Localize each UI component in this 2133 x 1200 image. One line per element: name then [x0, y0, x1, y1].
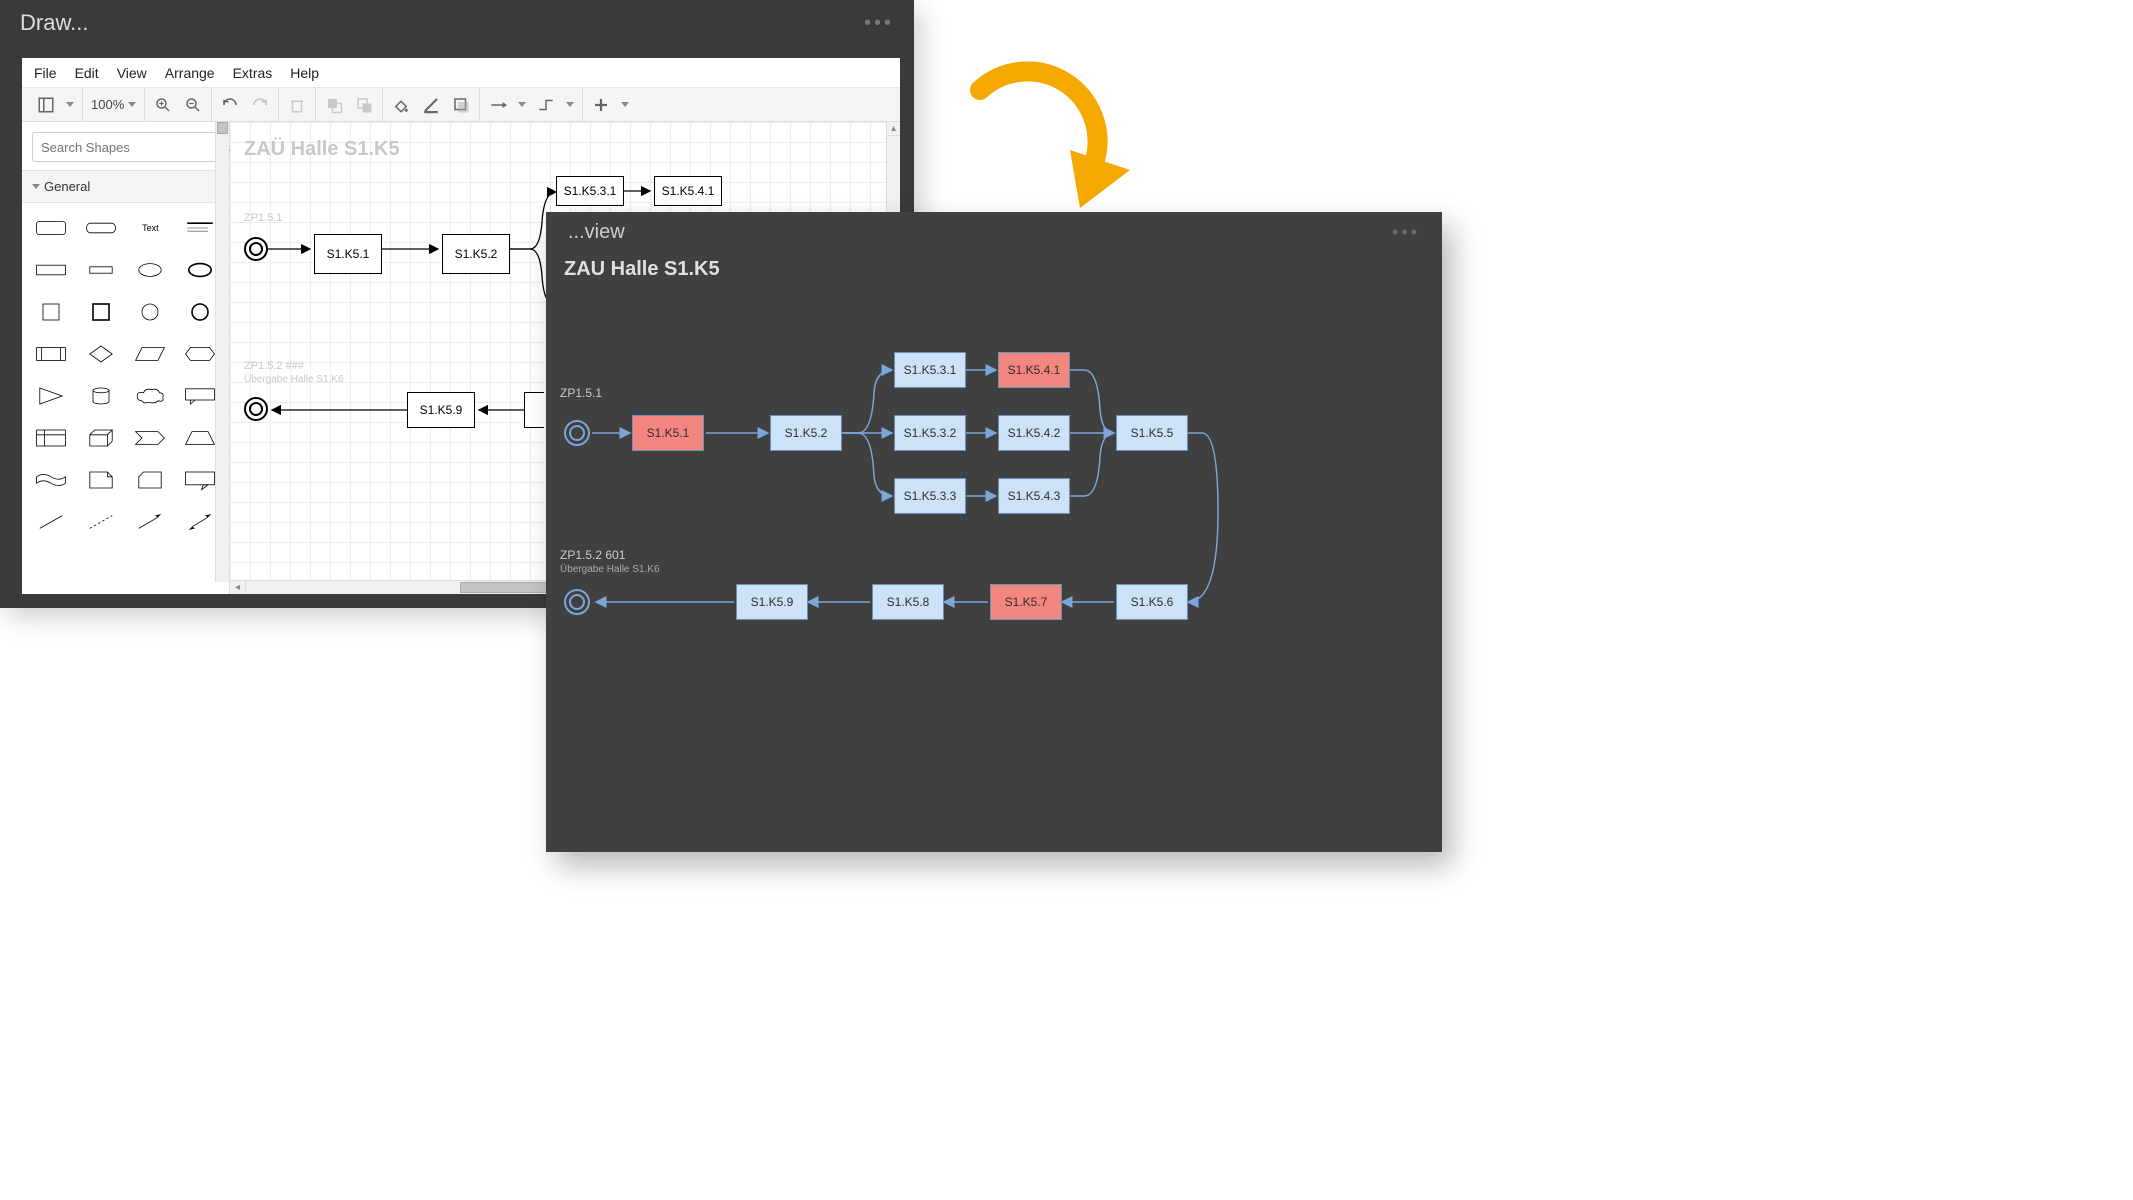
view-body: ZAU Halle S1.K5 ZP — [546, 252, 1442, 852]
zoom-in-icon[interactable] — [153, 95, 173, 115]
menu-edit[interactable]: Edit — [75, 65, 99, 81]
shapes-section-general[interactable]: General — [22, 170, 229, 203]
menu-arrange[interactable]: Arrange — [165, 65, 215, 81]
shape-text[interactable]: Text — [130, 213, 172, 243]
node-k533[interactable]: S1.K5.3.3 — [894, 478, 966, 514]
fill-icon[interactable] — [391, 95, 411, 115]
waypoint-icon[interactable] — [536, 95, 556, 115]
menubar: File Edit View Arrange Extras Help — [22, 58, 900, 88]
shape-tape[interactable] — [30, 465, 72, 495]
shape-table[interactable] — [30, 423, 72, 453]
shape-triangle[interactable] — [30, 381, 72, 411]
view-mode-icon[interactable] — [36, 95, 56, 115]
shape-rect-small[interactable] — [80, 255, 122, 285]
shape-palette: Text — [22, 203, 229, 547]
zoom-value[interactable]: 100% — [91, 97, 136, 112]
menu-file[interactable]: File — [34, 65, 57, 81]
view-window: ...view ••• ZAU Halle S1.K5 — [546, 212, 1442, 852]
node-k531[interactable]: S1.K5.3.1 — [894, 352, 966, 388]
node-k541[interactable]: S1.K5.4.1 — [998, 352, 1070, 388]
scrollbar-thumb[interactable] — [217, 122, 228, 134]
shape-circle[interactable] — [130, 297, 172, 327]
undo-icon[interactable] — [220, 95, 240, 115]
toolbar: 100% — [22, 88, 900, 122]
shape-square[interactable] — [30, 297, 72, 327]
shape-note[interactable] — [80, 465, 122, 495]
search-input[interactable] — [41, 140, 217, 155]
node-k57[interactable]: S1.K5.7 — [990, 584, 1062, 620]
shape-arrow[interactable] — [130, 507, 172, 537]
menu-view[interactable]: View — [117, 65, 147, 81]
shape-rect-round-thin[interactable] — [80, 213, 122, 243]
draw-title: Draw... — [20, 10, 88, 36]
shape-rect[interactable] — [30, 255, 72, 285]
dropdown-icon[interactable] — [566, 102, 574, 107]
view-titlebar: ...view ••• — [546, 212, 1442, 252]
dropdown-icon[interactable] — [66, 102, 74, 107]
node-k56[interactable]: S1.K5.6 — [1116, 584, 1188, 620]
to-back-icon[interactable] — [354, 95, 374, 115]
search-input-wrap[interactable] — [32, 132, 219, 162]
dropdown-icon — [128, 102, 136, 107]
to-front-icon[interactable] — [324, 95, 344, 115]
node-k532[interactable]: S1.K5.3.2 — [894, 415, 966, 451]
stroke-icon[interactable] — [421, 95, 441, 115]
view-titlebar-more-icon[interactable]: ••• — [1392, 222, 1420, 243]
node-k52[interactable]: S1.K5.2 — [770, 415, 842, 451]
sidebar-scrollbar[interactable] — [215, 122, 229, 582]
redo-icon[interactable] — [250, 95, 270, 115]
draw-titlebar: Draw... ••• — [0, 0, 914, 46]
shape-cube[interactable] — [80, 423, 122, 453]
view-zp2: ZP1.5.2 601 — [560, 548, 625, 562]
shape-parallelogram[interactable] — [130, 339, 172, 369]
shape-rect-round[interactable] — [30, 213, 72, 243]
node-k58[interactable]: S1.K5.8 — [872, 584, 944, 620]
view-title: ...view — [568, 221, 625, 244]
shapes-sidebar: General Text — [22, 122, 230, 594]
dropdown-icon[interactable] — [518, 102, 526, 107]
shape-ellipse[interactable] — [130, 255, 172, 285]
view-zp1: ZP1.5.1 — [560, 386, 602, 400]
scroll-left-icon[interactable]: ◂ — [230, 581, 246, 594]
shape-card[interactable] — [130, 465, 172, 495]
draw-titlebar-more-icon[interactable]: ••• — [864, 12, 894, 35]
view-end-node[interactable] — [564, 589, 590, 615]
shape-line[interactable] — [30, 507, 72, 537]
node-k59[interactable]: S1.K5.9 — [736, 584, 808, 620]
shape-square-bold[interactable] — [80, 297, 122, 327]
menu-extras[interactable]: Extras — [233, 65, 273, 81]
dropdown-icon[interactable] — [621, 102, 629, 107]
view-start-node[interactable] — [564, 420, 590, 446]
delete-icon[interactable] — [287, 95, 307, 115]
shape-diamond[interactable] — [80, 339, 122, 369]
zoom-out-icon[interactable] — [183, 95, 203, 115]
menu-help[interactable]: Help — [290, 65, 319, 81]
shape-step[interactable] — [130, 423, 172, 453]
node-k51[interactable]: S1.K5.1 — [632, 415, 704, 451]
shape-cylinder[interactable] — [80, 381, 122, 411]
transition-arrow-icon — [950, 40, 1170, 240]
connection-icon[interactable] — [488, 95, 508, 115]
scroll-up-icon[interactable]: ▴ — [887, 122, 900, 136]
view-zp2-sub: Übergabe Halle S1.K6 — [560, 564, 660, 575]
shape-line-dashed[interactable] — [80, 507, 122, 537]
node-k55[interactable]: S1.K5.5 — [1116, 415, 1188, 451]
shape-process[interactable] — [30, 339, 72, 369]
node-k543[interactable]: S1.K5.4.3 — [998, 478, 1070, 514]
shadow-icon[interactable] — [451, 95, 471, 115]
dropdown-icon — [32, 184, 40, 189]
shape-cloud[interactable] — [130, 381, 172, 411]
add-icon[interactable] — [591, 95, 611, 115]
node-k542[interactable]: S1.K5.4.2 — [998, 415, 1070, 451]
